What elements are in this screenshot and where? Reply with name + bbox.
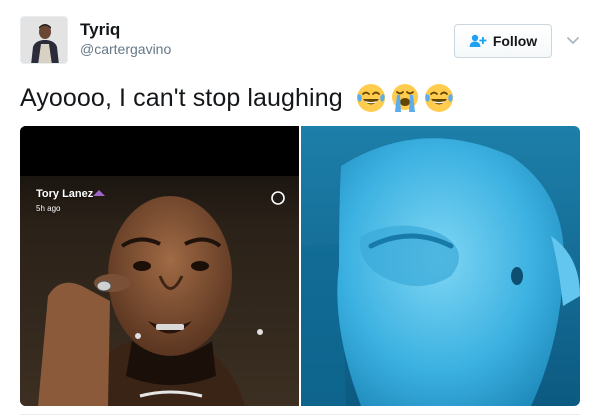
beluga-photo xyxy=(301,126,580,406)
avatar[interactable] xyxy=(20,16,68,64)
tweet-media[interactable]: Tory Lanez 5h ago xyxy=(20,126,580,406)
photo-right[interactable] xyxy=(301,126,580,406)
user-info: Tyriq @cartergavino xyxy=(80,20,171,58)
story-photo xyxy=(20,126,299,406)
tweet-body: Ayoooo, I can't stop laughing xyxy=(20,84,343,112)
story-time: 5h ago xyxy=(36,204,61,213)
face-with-tears-of-joy-icon xyxy=(356,84,385,112)
tweet-header: Tyriq @cartergavino Follow xyxy=(20,16,580,72)
story-name: Tory Lanez xyxy=(36,188,94,200)
display-name[interactable]: Tyriq xyxy=(80,20,171,40)
divider xyxy=(20,414,580,415)
face-with-tears-of-joy-icon xyxy=(424,84,453,112)
chevron-down-icon[interactable] xyxy=(566,36,580,46)
follow-label: Follow xyxy=(492,33,538,49)
tweet-text: Ayoooo, I can't stop laughing xyxy=(20,80,580,116)
avatar-photo xyxy=(21,17,67,63)
add-user-icon xyxy=(469,34,487,47)
emoji-row xyxy=(355,82,455,114)
user-handle[interactable]: @cartergavino xyxy=(80,40,171,58)
follow-button[interactable]: Follow xyxy=(454,24,552,58)
photo-left[interactable]: Tory Lanez 5h ago xyxy=(20,126,299,406)
loudly-crying-face-icon xyxy=(391,84,418,112)
